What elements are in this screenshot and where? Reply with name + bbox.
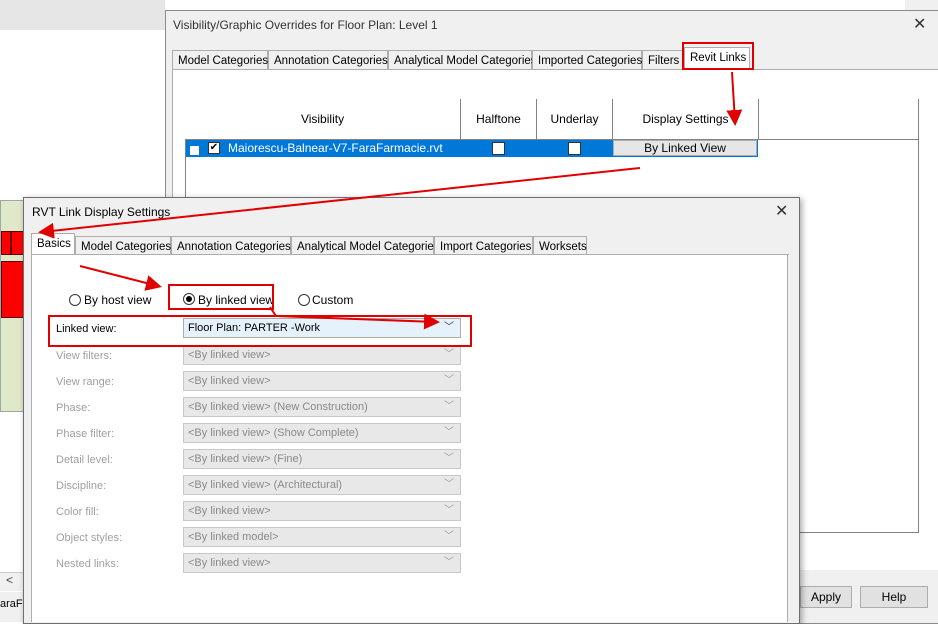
background-app-toolbar [0,0,165,31]
phase-filter-label: Phase filter: [56,428,115,440]
chevron-down-icon: ﹀ [444,401,454,412]
chevron-down-icon: ﹀ [444,375,454,386]
links-table-header: Visibility Halftone Underlay Display Set… [185,99,918,140]
expand-icon[interactable] [190,146,199,155]
link-name: Maiorescu-Balnear-V7-FaraFarmacie.rvt [228,141,443,155]
annotation-box-by-linked-view [168,284,274,310]
radio-by-host-view[interactable] [69,294,81,306]
plan-red-region [1,261,25,318]
apply-button[interactable]: Apply [800,586,852,608]
phase-label: Phase: [56,402,91,414]
chevron-down-icon: ﹀ [444,557,454,568]
view-range-label: View range: [56,376,114,388]
phase-value: <By linked view> (New Construction) [188,401,368,413]
tab-model-categories[interactable]: Model Categories [75,236,171,256]
chevron-down-icon: ﹀ [444,505,454,516]
tab-analytical-model-categories[interactable]: Analytical Model Categories [388,50,537,70]
column-header-display-settings[interactable]: Display Settings [613,99,759,139]
column-header-underlay[interactable]: Underlay [537,99,613,139]
chevron-down-icon: ﹀ [444,349,454,360]
detail-level-dropdown: <By linked view> (Fine) ﹀ [183,449,461,469]
discipline-value: <By linked view> (Architectural) [188,479,343,491]
phase-filter-dropdown: <By linked view> (Show Complete) ﹀ [183,423,461,443]
view-range-dropdown: <By linked view> ﹀ [183,371,461,391]
halftone-checkbox[interactable] [492,142,505,155]
tab-import-categories[interactable]: Import Categories [434,236,533,256]
vg-close-icon[interactable]: ✕ [913,14,926,34]
discipline-label: Discipline: [56,480,107,492]
scroll-left-icon[interactable]: < [6,573,13,587]
annotation-box-linked-view [48,315,472,347]
visibility-checkbox[interactable]: ✔ [208,142,220,154]
chevron-down-icon: ﹀ [444,427,454,438]
view-filters-label: View filters: [56,350,113,362]
color-fill-value: <By linked view> [188,505,271,517]
phase-filter-value: <By linked view> (Show Complete) [188,427,359,439]
plan-red-region [1,231,11,255]
background-file-label: araFarmacie [0,598,24,610]
help-button[interactable]: Help [860,586,928,608]
tab-annotation-categories[interactable]: Annotation Categories [268,50,388,70]
object-styles-dropdown: <By linked model> ﹀ [183,527,461,547]
column-header-visibility[interactable]: Visibility [185,99,461,139]
tab-model-categories[interactable]: Model Categories [172,50,268,70]
detail-level-value: <By linked view> (Fine) [188,453,303,465]
color-fill-label: Color fill: [56,506,99,518]
nested-links-dropdown: <By linked view> ﹀ [183,553,461,573]
radio-custom[interactable] [298,294,310,306]
color-fill-dropdown: <By linked view> ﹀ [183,501,461,521]
phase-dropdown: <By linked view> (New Construction) ﹀ [183,397,461,417]
object-styles-value: <By linked model> [188,531,279,543]
underlay-checkbox[interactable] [568,142,581,155]
nested-links-label: Nested links: [56,558,119,570]
tab-analytical-model-categories[interactable]: Analytical Model Categories [291,236,440,256]
view-filters-dropdown: <By linked view> ﹀ [183,345,461,365]
chevron-down-icon: ﹀ [444,453,454,464]
view-filters-value: <By linked view> [188,349,271,361]
annotation-box-revit-links [682,42,754,70]
radio-label-by-host-view: By host view [84,293,152,307]
display-settings-button[interactable]: By Linked View [613,140,757,156]
tab-filters[interactable]: Filters [642,50,684,70]
rvt-close-icon[interactable]: ✕ [775,201,788,221]
chevron-down-icon: ﹀ [444,531,454,542]
discipline-dropdown: <By linked view> (Architectural) ﹀ [183,475,461,495]
detail-level-label: Detail level: [56,454,113,466]
column-header-halftone[interactable]: Halftone [461,99,537,139]
object-styles-label: Object styles: [56,532,123,544]
rvt-dialog-title: RVT Link Display Settings [32,205,171,219]
tab-worksets[interactable]: Worksets [533,236,587,256]
radio-label-custom: Custom [312,293,354,307]
tab-imported-categories[interactable]: Imported Categories [532,50,642,70]
chevron-down-icon: ﹀ [444,479,454,490]
nested-links-value: <By linked view> [188,557,271,569]
view-range-value: <By linked view> [188,375,271,387]
tab-annotation-categories[interactable]: Annotation Categories [171,236,291,256]
vg-dialog-title: Visibility/Graphic Overrides for Floor P… [173,18,438,32]
tab-basics[interactable]: Basics [31,233,75,256]
